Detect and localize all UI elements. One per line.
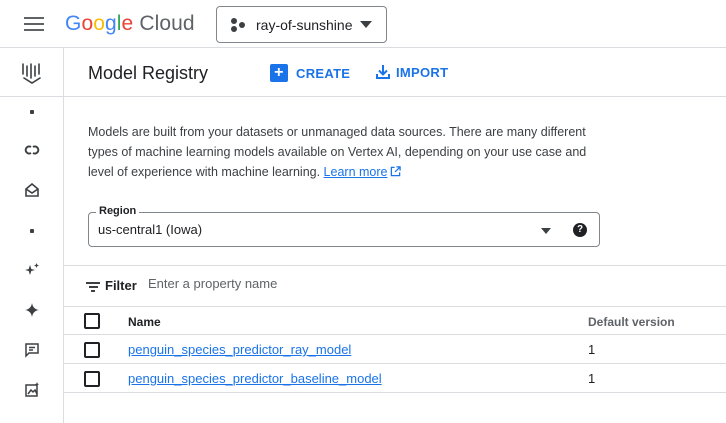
page-header: Model Registry + CREATE IMPORT bbox=[64, 48, 726, 97]
select-all-checkbox[interactable] bbox=[84, 313, 100, 329]
import-button-label: IMPORT bbox=[396, 64, 449, 80]
import-icon bbox=[376, 65, 390, 79]
prompt-icon[interactable] bbox=[22, 340, 42, 360]
create-button-label: CREATE bbox=[296, 65, 351, 81]
page-title: Model Registry bbox=[88, 63, 209, 83]
models-table: Name Default version penguin_species_pre… bbox=[64, 306, 726, 393]
main-menu-icon[interactable] bbox=[24, 17, 44, 31]
row-checkbox[interactable] bbox=[84, 342, 100, 358]
create-button[interactable]: + CREATE bbox=[270, 64, 350, 82]
region-label: Region bbox=[96, 205, 140, 217]
filter-bar: Filter bbox=[64, 265, 726, 306]
row-checkbox[interactable] bbox=[84, 371, 100, 387]
table-row: penguin_species_predictor_ray_model 1 bbox=[64, 335, 726, 364]
nav-dot-icon[interactable] bbox=[22, 102, 42, 122]
dropdown-arrow-icon bbox=[541, 228, 551, 234]
region-value: us-central1 (Iowa) bbox=[98, 222, 203, 237]
model-garden-icon[interactable] bbox=[22, 180, 42, 200]
add-box-icon: + bbox=[270, 64, 288, 82]
table-header-row: Name Default version bbox=[64, 306, 726, 335]
project-picker[interactable]: ray-of-sunshine bbox=[216, 6, 387, 43]
import-button[interactable]: IMPORT bbox=[376, 64, 448, 80]
project-name: ray-of-sunshine bbox=[256, 16, 353, 33]
page-description: Models are built from your datasets or u… bbox=[88, 122, 608, 182]
default-version-cell: 1 bbox=[588, 342, 596, 357]
default-version-cell: 1 bbox=[588, 371, 596, 386]
filter-input[interactable] bbox=[148, 276, 448, 291]
colab-icon[interactable] bbox=[22, 140, 42, 160]
logo-product-name: Cloud bbox=[139, 12, 195, 35]
left-nav-rail bbox=[0, 48, 64, 423]
model-name-link[interactable]: penguin_species_predictor_baseline_model bbox=[128, 371, 382, 386]
nav-dot-icon[interactable] bbox=[22, 221, 42, 241]
google-cloud-logo[interactable]: Google Cloud bbox=[65, 12, 195, 36]
filter-list-icon bbox=[86, 282, 100, 292]
image-generation-icon[interactable] bbox=[22, 380, 42, 400]
vertex-ai-icon[interactable] bbox=[21, 61, 43, 85]
model-name-link[interactable]: penguin_species_predictor_ray_model bbox=[128, 342, 351, 357]
help-icon[interactable]: ? bbox=[573, 223, 587, 237]
product-icon-container bbox=[0, 48, 64, 97]
filter-label: Filter bbox=[105, 278, 137, 293]
column-header-default-version[interactable]: Default version bbox=[588, 315, 675, 329]
column-header-name[interactable]: Name bbox=[128, 315, 161, 329]
learn-more-link[interactable]: Learn more bbox=[324, 165, 402, 179]
project-icon bbox=[231, 17, 245, 32]
sparkle-star-icon[interactable] bbox=[22, 260, 42, 280]
region-select[interactable]: Region us-central1 (Iowa) ? bbox=[88, 205, 600, 247]
gemini-icon[interactable] bbox=[22, 300, 42, 320]
open-in-new-icon bbox=[391, 166, 402, 177]
chevron-down-icon bbox=[360, 21, 372, 28]
top-bar: Google Cloud ray-of-sunshine bbox=[0, 0, 726, 48]
table-row: penguin_species_predictor_baseline_model… bbox=[64, 364, 726, 393]
